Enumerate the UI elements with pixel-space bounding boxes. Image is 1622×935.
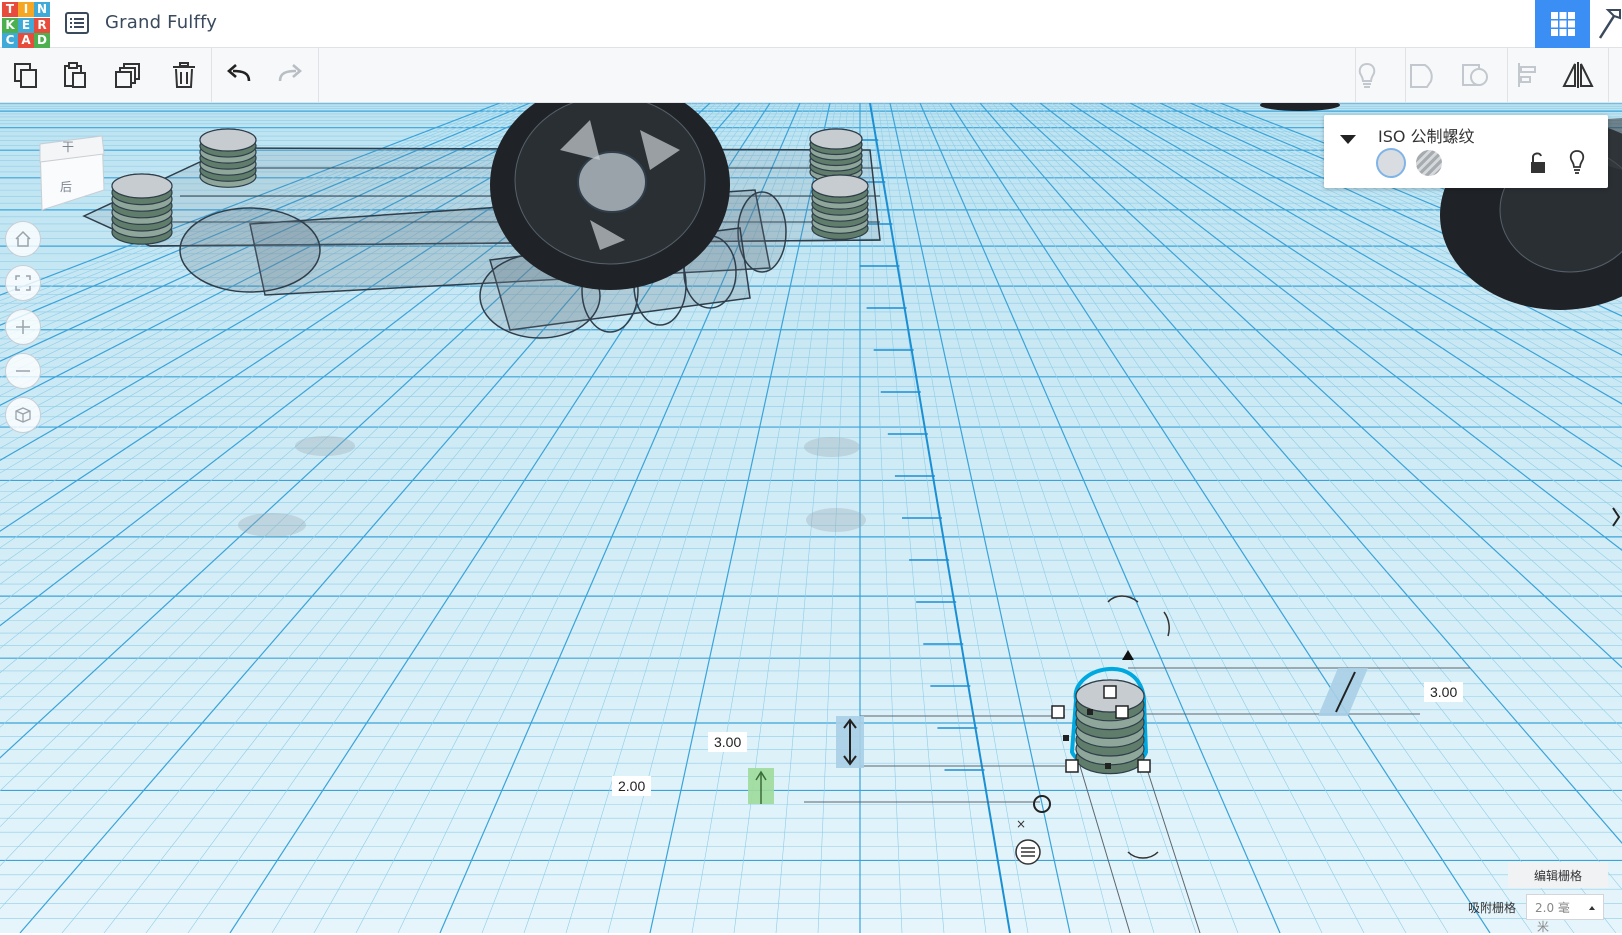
resize-handle[interactable] — [1065, 759, 1079, 773]
height-handle[interactable] — [836, 716, 864, 768]
caret-down-icon — [1340, 135, 1356, 144]
resize-handle[interactable] — [1115, 705, 1129, 719]
workplane-grid[interactable]: × — [0, 103, 1622, 933]
plus-icon — [16, 320, 30, 334]
logo-letter: R — [34, 17, 50, 33]
logo-letter: C — [2, 33, 18, 48]
bolt-top-left[interactable] — [199, 128, 257, 188]
resize-handle[interactable] — [1137, 759, 1151, 773]
mirror-button[interactable] — [1558, 56, 1598, 94]
shape-name[interactable]: ISO 公制螺纹 — [1378, 123, 1475, 147]
view-cube-front[interactable]: 后 — [60, 178, 72, 195]
snap-grid-label: 吸附栅格 — [1468, 901, 1517, 915]
logo-letter: D — [34, 33, 50, 48]
visibility-button[interactable] — [1566, 149, 1588, 175]
home-view-button[interactable] — [5, 221, 41, 257]
edge-handle[interactable] — [1105, 763, 1111, 769]
edge-handle[interactable] — [1063, 735, 1069, 741]
bolt-left[interactable] — [111, 173, 173, 245]
snap-grid-value: 2.0 毫 — [1535, 900, 1570, 915]
resize-handle[interactable] — [1051, 705, 1065, 719]
fit-view-button[interactable] — [5, 265, 41, 301]
collapse-inspector-button[interactable] — [1338, 131, 1358, 147]
bolt-right[interactable] — [811, 174, 869, 240]
snap-grid-unit: 米 — [1537, 920, 1550, 934]
height-dimension-label[interactable]: 3.00 — [708, 732, 748, 752]
view-cube[interactable]: 干 后 — [32, 130, 108, 216]
redo-button[interactable] — [270, 56, 310, 94]
align-button[interactable] — [1509, 56, 1549, 94]
duplicate-icon — [115, 63, 140, 88]
unlock-icon — [1531, 152, 1545, 173]
resize-handle[interactable] — [1103, 685, 1117, 699]
hole-button[interactable] — [1416, 150, 1442, 176]
zoom-out-button[interactable] — [5, 353, 41, 389]
bolt-top-right[interactable] — [809, 128, 863, 183]
undo-button[interactable] — [219, 56, 259, 94]
copy-icon — [14, 63, 37, 88]
lightbulb-icon — [1358, 62, 1376, 88]
logo-letter: I — [18, 2, 34, 17]
view-cube-top[interactable]: 干 — [62, 138, 74, 155]
group-button[interactable] — [1402, 56, 1442, 94]
align-icon — [1518, 63, 1536, 87]
hammer-icon — [1598, 9, 1621, 39]
undo-icon — [227, 64, 251, 82]
logo-letter: A — [18, 33, 34, 48]
workplane[interactable]: × 干 后 — [0, 103, 1622, 933]
logo-letter: N — [34, 2, 50, 17]
3d-design-view-button[interactable] — [1535, 0, 1590, 48]
toolbar — [0, 48, 1622, 103]
group-icon — [1410, 64, 1433, 88]
design-title[interactable]: Grand Fulffy — [105, 12, 217, 33]
zoom-in-button[interactable] — [5, 309, 41, 345]
notes-marker-icon[interactable] — [1015, 839, 1041, 865]
home-icon — [15, 230, 31, 247]
width-dimension-label[interactable]: 3.00 — [1424, 682, 1464, 702]
mirror-icon — [1562, 62, 1594, 88]
trash-icon — [173, 62, 195, 88]
blocks-view-button[interactable] — [1594, 4, 1622, 44]
logo-letter: E — [18, 17, 34, 33]
grid-icon — [1550, 12, 1575, 36]
ungroup-icon — [1462, 64, 1488, 86]
fit-icon — [15, 275, 31, 291]
ortho-view-button[interactable] — [5, 397, 41, 433]
design-list-icon[interactable] — [64, 10, 90, 36]
header: TIN KER CAD Grand Fulffy — [0, 0, 1622, 48]
elevation-dimension-label[interactable]: 2.00 — [612, 776, 652, 796]
cube-icon — [15, 407, 31, 423]
ungroup-button[interactable] — [1455, 56, 1495, 94]
paste-button[interactable] — [55, 56, 95, 94]
tinkercad-logo[interactable]: TIN KER CAD — [0, 0, 52, 48]
duplicate-button[interactable] — [108, 56, 148, 94]
shape-inspector: ISO 公制螺纹 — [1324, 115, 1608, 188]
caret-up-icon — [1589, 906, 1595, 910]
edit-grid-button[interactable]: 编辑栅格 — [1508, 862, 1608, 888]
redo-icon — [278, 64, 302, 82]
svg-text:×: × — [1016, 817, 1026, 831]
lock-button[interactable] — [1528, 151, 1548, 175]
delete-button[interactable] — [164, 56, 204, 94]
elevation-handle[interactable] — [748, 768, 774, 804]
minus-icon — [16, 370, 30, 372]
solid-color-button[interactable] — [1376, 148, 1406, 178]
edge-handle[interactable] — [1087, 709, 1093, 715]
lightbulb-icon — [1569, 150, 1585, 174]
logo-letter: T — [2, 2, 18, 17]
snap-grid-select[interactable]: 2.0 毫 — [1526, 894, 1604, 920]
notes-button[interactable] — [1347, 56, 1387, 94]
chevron-right-icon — [1612, 507, 1621, 527]
paste-icon — [64, 62, 86, 88]
copy-button[interactable] — [6, 56, 46, 94]
logo-letter: K — [2, 17, 18, 33]
shapes-panel-toggle[interactable] — [1610, 500, 1622, 534]
